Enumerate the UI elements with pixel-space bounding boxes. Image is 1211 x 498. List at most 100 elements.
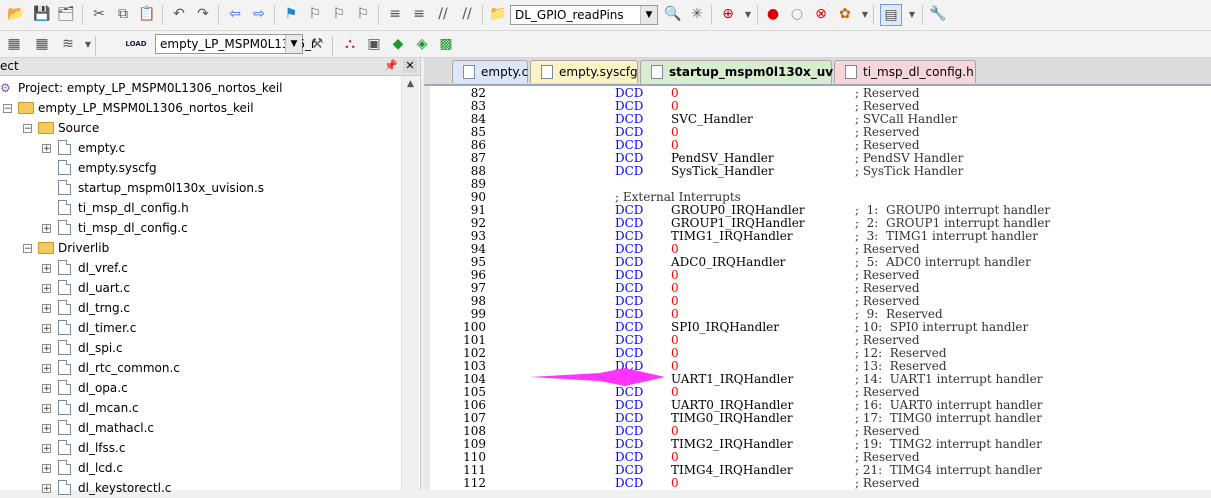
- code-directive: DCD: [615, 164, 644, 178]
- tree-item[interactable]: − Source: [0, 118, 400, 138]
- tree-item[interactable]: ⚙ Project: empty_LP_MSPM0L1306_nortos_kei…: [0, 78, 400, 98]
- expand-icon[interactable]: +: [42, 424, 51, 434]
- translate-icon[interactable]: ▦: [4, 34, 24, 54]
- expand-icon[interactable]: +: [42, 364, 51, 374]
- find-icon[interactable]: 🔍: [663, 4, 683, 24]
- tree-item[interactable]: + empty.c: [0, 138, 400, 158]
- debug-session-icon[interactable]: ⊕: [718, 4, 738, 24]
- collapse-icon[interactable]: −: [23, 244, 32, 254]
- manage-components-icon[interactable]: ⛬: [340, 34, 360, 54]
- tree-scrollbar[interactable]: ▲: [401, 76, 419, 490]
- code-line: 96 DCD 0; Reserved: [424, 269, 1211, 282]
- bookmark-icon[interactable]: ⚑: [281, 4, 301, 24]
- tree-item[interactable]: + dl_rtc_common.c: [0, 358, 400, 378]
- tree-item[interactable]: − Driverlib: [0, 238, 400, 258]
- expand-icon[interactable]: +: [42, 464, 51, 474]
- code-line: 94 DCD 0; Reserved: [424, 243, 1211, 256]
- breakpoint-kill-icon[interactable]: ⊗: [811, 4, 831, 24]
- expand-icon[interactable]: +: [42, 304, 51, 314]
- collapse-icon[interactable]: −: [23, 124, 32, 134]
- pin-icon[interactable]: 📌: [384, 59, 398, 73]
- nav-back-icon[interactable]: ⇦: [225, 4, 245, 24]
- tree-item[interactable]: + dl_spi.c: [0, 338, 400, 358]
- tree-item[interactable]: ti_msp_dl_config.h: [0, 198, 400, 218]
- tree-item[interactable]: + dl_uart.c: [0, 278, 400, 298]
- expand-icon[interactable]: +: [42, 404, 51, 414]
- load-icon[interactable]: LOAD: [124, 34, 148, 54]
- expand-icon[interactable]: +: [42, 264, 51, 274]
- cut-icon[interactable]: ✂: [89, 4, 109, 24]
- highlight-arrow: [530, 368, 665, 386]
- rebuild-icon[interactable]: ≋: [58, 34, 78, 54]
- tree-item[interactable]: + dl_mathacl.c: [0, 418, 400, 438]
- tab-startup-mspm0l130x-uvision-s[interactable]: startup_mspm0l130x_uvision.s: [640, 60, 877, 84]
- comment-icon[interactable]: //: [433, 4, 453, 24]
- tab-ti-msp-dl-config-h[interactable]: ti_msp_dl_config.h: [834, 60, 976, 83]
- window-layout-icon[interactable]: ▤: [880, 4, 902, 26]
- chevron-down-icon[interactable]: ▼: [902, 4, 922, 24]
- next-bookmark-icon[interactable]: ⚐: [329, 4, 349, 24]
- save-icon[interactable]: 💾: [32, 4, 52, 24]
- expand-icon[interactable]: +: [42, 384, 51, 394]
- tree-item[interactable]: + dl_lfss.c: [0, 438, 400, 458]
- code-line: 90; External Interrupts: [424, 191, 1211, 204]
- uncomment-icon[interactable]: //: [457, 4, 477, 24]
- tree-item[interactable]: − empty_LP_MSPM0L1306_nortos_keil: [0, 98, 400, 118]
- chevron-down-icon[interactable]: ▼: [855, 4, 875, 24]
- redo-icon[interactable]: ↷: [193, 4, 213, 24]
- breakpoint-enable-icon[interactable]: ✿: [835, 4, 855, 24]
- tree-item[interactable]: + dl_lcd.c: [0, 458, 400, 478]
- indent-icon[interactable]: ≡: [385, 4, 405, 24]
- unindent-icon[interactable]: ≡: [409, 4, 429, 24]
- code-view[interactable]: 82 DCD 0; Reserved 83 DCD 0; Reserved 84 DCD SVC…: [424, 86, 1211, 490]
- copy-icon[interactable]: ⧉: [113, 4, 133, 24]
- find-in-files-icon[interactable]: 📁: [488, 4, 508, 24]
- build-icon[interactable]: ▦: [32, 34, 52, 54]
- prev-bookmark-icon[interactable]: ⚐: [305, 4, 325, 24]
- tree-item[interactable]: + dl_vref.c: [0, 258, 400, 278]
- file-icon: [58, 180, 71, 195]
- breakpoint-disable-icon[interactable]: ○: [787, 4, 807, 24]
- chevron-down-icon[interactable]: ▼: [640, 6, 657, 24]
- tree-item[interactable]: + dl_mcan.c: [0, 398, 400, 418]
- pack-installer-icon[interactable]: ◈: [412, 34, 432, 54]
- clear-bookmarks-icon[interactable]: ⚐: [353, 4, 373, 24]
- expand-icon[interactable]: +: [42, 324, 51, 334]
- paste-icon[interactable]: 📋: [137, 4, 157, 24]
- incremental-find-icon[interactable]: ✳: [687, 4, 707, 24]
- tree-item[interactable]: + dl_opa.c: [0, 378, 400, 398]
- run-time-environment-icon[interactable]: ▩: [436, 34, 456, 54]
- options-for-target-icon[interactable]: ⚒: [307, 34, 327, 54]
- expand-icon[interactable]: +: [42, 284, 51, 294]
- undo-icon[interactable]: ↶: [169, 4, 189, 24]
- configure-icon[interactable]: 🔧: [928, 4, 948, 24]
- open-file-icon[interactable]: 📂: [6, 4, 26, 24]
- tree-item[interactable]: + dl_timer.c: [0, 318, 400, 338]
- expand-icon[interactable]: +: [42, 144, 51, 154]
- save-all-icon[interactable]: 🗂: [56, 4, 76, 24]
- collapse-icon[interactable]: −: [3, 104, 12, 114]
- tab-empty-c[interactable]: empty.c: [452, 60, 528, 83]
- tab-empty-syscfg[interactable]: empty.syscfg: [530, 60, 638, 83]
- target-combo[interactable]: empty_LP_MSPM0L1306_r ▼: [155, 34, 316, 54]
- breakpoint-icon[interactable]: ●: [763, 4, 783, 24]
- tree-item[interactable]: startup_mspm0l130x_uvision.s: [0, 178, 400, 198]
- tree-item[interactable]: + dl_trng.c: [0, 298, 400, 318]
- file-extensions-icon[interactable]: ▣: [364, 34, 384, 54]
- chevron-down-icon[interactable]: ▼: [285, 35, 302, 53]
- chevron-down-icon[interactable]: ▼: [738, 4, 758, 24]
- find-combo[interactable]: DL_GPIO_readPins ▼: [510, 5, 658, 25]
- expand-icon[interactable]: +: [42, 344, 51, 354]
- scroll-up-icon[interactable]: ▲: [402, 76, 419, 93]
- tree-item[interactable]: + dl_keystorectl.c: [0, 478, 400, 498]
- expand-icon[interactable]: +: [42, 484, 51, 494]
- nav-forward-icon[interactable]: ⇨: [249, 4, 269, 24]
- expand-icon[interactable]: +: [42, 444, 51, 454]
- file-icon: [58, 300, 71, 315]
- close-icon[interactable]: ✕: [403, 59, 417, 73]
- expand-icon[interactable]: +: [42, 224, 51, 234]
- select-software-packs-icon[interactable]: ◆: [388, 34, 408, 54]
- tree-item[interactable]: + ti_msp_dl_config.c: [0, 218, 400, 238]
- toolbar-build: ▦ ▦ ≋ ▼ LOAD empty_LP_MSPM0L1306_r ▼ ⚒ ⛬…: [0, 31, 1211, 58]
- tree-item[interactable]: empty.syscfg: [0, 158, 400, 178]
